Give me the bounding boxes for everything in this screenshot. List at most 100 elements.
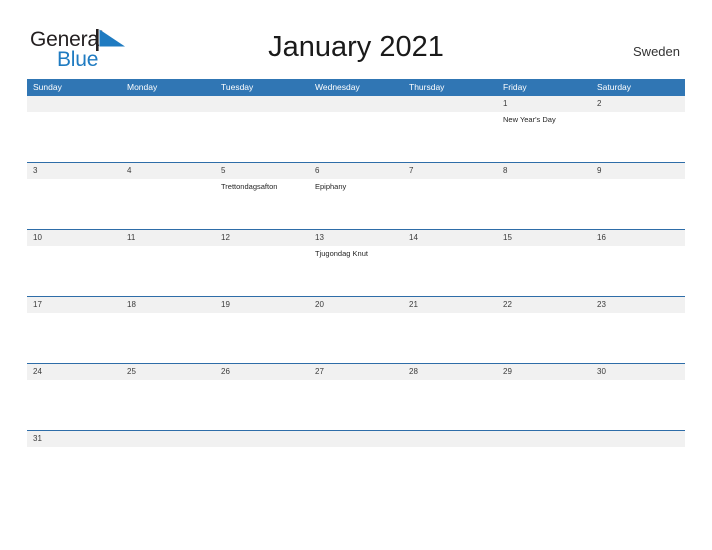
calendar-week-row: 3 4 5 6 7 8 9 Trettondagsafton Epiphany xyxy=(27,162,685,229)
day-cell[interactable] xyxy=(121,313,215,363)
day-cell[interactable] xyxy=(27,246,121,296)
day-number[interactable]: 12 xyxy=(215,230,309,246)
day-number[interactable]: 10 xyxy=(27,230,121,246)
day-cell xyxy=(27,112,121,162)
calendar-page: General Blue January 2021 Sweden Sunday … xyxy=(0,0,712,550)
day-number[interactable]: 4 xyxy=(121,163,215,179)
week-dates-band: 12 xyxy=(27,96,685,112)
day-number[interactable]: 19 xyxy=(215,297,309,313)
day-cell[interactable] xyxy=(403,179,497,229)
day-cell[interactable] xyxy=(309,313,403,363)
day-number[interactable]: 11 xyxy=(121,230,215,246)
day-cell[interactable]: Epiphany xyxy=(309,179,403,229)
week-dates-band: 3456789 xyxy=(27,163,685,179)
day-number[interactable]: 5 xyxy=(215,163,309,179)
day-cell[interactable] xyxy=(403,246,497,296)
day-cell xyxy=(121,447,215,457)
day-cell[interactable] xyxy=(403,313,497,363)
day-cell[interactable] xyxy=(27,179,121,229)
day-number[interactable]: 26 xyxy=(215,364,309,380)
week-events-band xyxy=(27,380,685,430)
holiday-label: Epiphany xyxy=(315,182,347,191)
week-events-band: New Year's Day xyxy=(27,112,685,162)
day-number-empty xyxy=(497,431,591,447)
day-cell[interactable] xyxy=(215,246,309,296)
weekday-header-tuesday: Tuesday xyxy=(221,82,254,92)
day-number[interactable]: 16 xyxy=(591,230,685,246)
weekday-header-saturday: Saturday xyxy=(597,82,632,92)
day-number[interactable]: 31 xyxy=(27,431,121,447)
day-number[interactable]: 29 xyxy=(497,364,591,380)
day-cell[interactable] xyxy=(27,313,121,363)
week-dates-band: 17 18 19 20 21 22 23 xyxy=(27,297,685,313)
day-number[interactable]: 2 xyxy=(591,96,685,112)
day-number[interactable]: 6 xyxy=(309,163,403,179)
day-number[interactable]: 8 xyxy=(497,163,591,179)
day-cell[interactable] xyxy=(403,380,497,430)
day-number[interactable]: 13 xyxy=(309,230,403,246)
day-cell[interactable]: New Year's Day xyxy=(497,112,591,162)
calendar-weeks: 1 2 New Year's Day 3 4 5 6 7 8 9 Trettondagsafton E… xyxy=(27,96,685,457)
day-number[interactable]: 3 xyxy=(27,163,121,179)
day-cell[interactable] xyxy=(497,246,591,296)
weekday-header-thursday: Thursday xyxy=(409,82,445,92)
day-cell[interactable] xyxy=(309,380,403,430)
day-cell[interactable] xyxy=(215,313,309,363)
day-number[interactable]: 1 xyxy=(497,96,591,112)
day-cell[interactable]: Trettondagsafton xyxy=(215,179,309,229)
week-dates-band: 24 25 26 27 28 29 30 xyxy=(27,364,685,380)
day-cell[interactable] xyxy=(591,380,685,430)
day-number-empty xyxy=(215,96,309,112)
day-number[interactable]: 28 xyxy=(403,364,497,380)
day-number[interactable]: 23 xyxy=(591,297,685,313)
day-cell[interactable] xyxy=(591,246,685,296)
day-cell xyxy=(215,447,309,457)
day-number[interactable]: 14 xyxy=(403,230,497,246)
day-number-empty xyxy=(121,431,215,447)
day-number-empty xyxy=(591,431,685,447)
week-events-band: Tjugondag Knut xyxy=(27,246,685,296)
day-number[interactable]: 20 xyxy=(309,297,403,313)
calendar-week-row: 10 11 12 13 14 15 16 Tjugondag Knut xyxy=(27,229,685,296)
week-dates-band: 31 xyxy=(27,431,685,447)
calendar-grid: Sunday Monday Tuesday Wednesday Thursday… xyxy=(27,79,685,457)
day-cell[interactable] xyxy=(497,380,591,430)
week-events-band: Trettondagsafton Epiphany xyxy=(27,179,685,229)
day-cell[interactable] xyxy=(121,179,215,229)
day-cell[interactable] xyxy=(591,112,685,162)
day-cell[interactable] xyxy=(497,179,591,229)
day-number[interactable]: 7 xyxy=(403,163,497,179)
weekday-header-sunday: Sunday xyxy=(33,82,62,92)
day-cell[interactable] xyxy=(591,313,685,363)
day-cell[interactable] xyxy=(27,380,121,430)
day-number[interactable]: 21 xyxy=(403,297,497,313)
day-number-empty xyxy=(121,96,215,112)
day-cell[interactable] xyxy=(215,380,309,430)
calendar-week-row: 17 18 19 20 21 22 23 xyxy=(27,296,685,363)
weekday-header-monday: Monday xyxy=(127,82,158,92)
holiday-label: Tjugondag Knut xyxy=(315,249,368,258)
calendar-week-row: 31 xyxy=(27,430,685,457)
day-cell[interactable] xyxy=(121,246,215,296)
day-number[interactable]: 9 xyxy=(591,163,685,179)
week-dates-band: 10 11 12 13 14 15 16 xyxy=(27,230,685,246)
day-number[interactable]: 27 xyxy=(309,364,403,380)
day-cell xyxy=(309,112,403,162)
day-number[interactable]: 25 xyxy=(121,364,215,380)
day-cell[interactable] xyxy=(121,380,215,430)
day-number-empty xyxy=(309,96,403,112)
day-number[interactable]: 17 xyxy=(27,297,121,313)
day-cell[interactable] xyxy=(27,447,121,457)
day-cell xyxy=(591,447,685,457)
day-cell xyxy=(121,112,215,162)
day-cell[interactable] xyxy=(497,313,591,363)
day-number[interactable]: 15 xyxy=(497,230,591,246)
day-cell[interactable]: Tjugondag Knut xyxy=(309,246,403,296)
week-events-band xyxy=(27,447,685,457)
day-cell[interactable] xyxy=(591,179,685,229)
weekday-header-row: Sunday Monday Tuesday Wednesday Thursday… xyxy=(27,79,685,96)
day-number[interactable]: 22 xyxy=(497,297,591,313)
day-number[interactable]: 24 xyxy=(27,364,121,380)
day-number[interactable]: 18 xyxy=(121,297,215,313)
day-number[interactable]: 30 xyxy=(591,364,685,380)
